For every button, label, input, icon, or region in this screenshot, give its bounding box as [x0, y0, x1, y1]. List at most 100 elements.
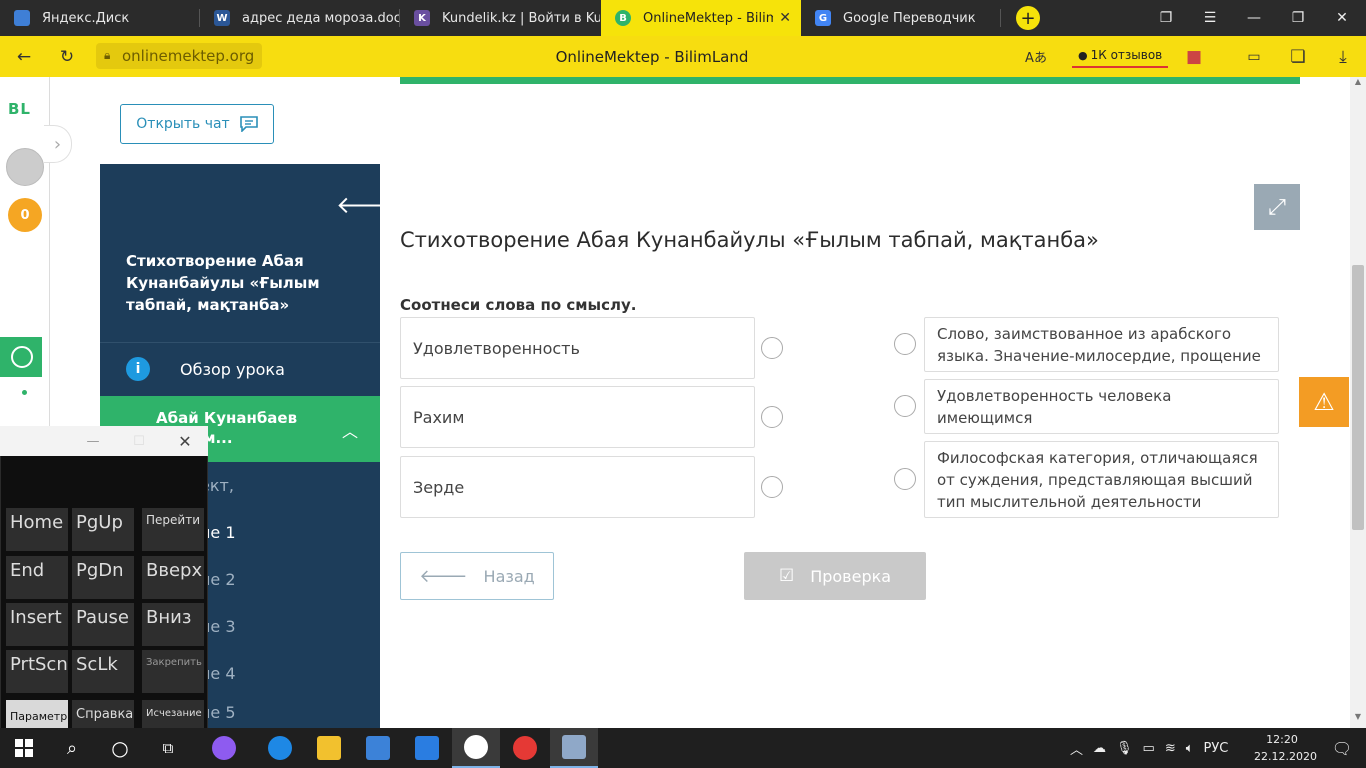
match-definition[interactable]: Философская категория, отличающаяся от с… [924, 441, 1279, 518]
match-definition[interactable]: Удовлетворенность человека имеющимся [924, 379, 1279, 434]
key-sclk[interactable]: ScLk [72, 650, 134, 693]
key-pgdn[interactable]: PgDn [72, 556, 134, 599]
bilimland-icon: B [615, 10, 631, 26]
task-view-icon[interactable]: ⧉ [144, 728, 192, 768]
chat-bubble-icon [239, 116, 258, 132]
taskbar-clock[interactable]: 12:20 22.12.2020 [1254, 731, 1317, 765]
maximize-icon[interactable]: ☐ [116, 426, 162, 456]
open-chat-button[interactable]: Открыть чат [120, 104, 274, 144]
battery-icon[interactable]: ▭ [1236, 36, 1272, 77]
tab-google-translate[interactable]: G Google Переводчик [801, 0, 1001, 36]
close-icon[interactable]: ✕ [162, 426, 208, 456]
key-down[interactable]: Вниз [142, 603, 204, 646]
collections-icon[interactable]: ❏ [1280, 36, 1316, 77]
match-word-radio[interactable] [761, 337, 783, 359]
scrollbar-thumb[interactable] [1352, 265, 1364, 530]
taskbar-edge[interactable] [256, 728, 304, 768]
key-goto[interactable]: Перейти [142, 508, 204, 551]
taskbar-explorer[interactable] [305, 728, 353, 768]
microphone-icon[interactable]: 🎙︎ [1116, 741, 1133, 756]
arrow-left-icon[interactable]: 🡐 [336, 190, 400, 219]
key-pin[interactable]: Закрепить [142, 650, 204, 693]
scroll-up-icon[interactable]: ▲ [1350, 77, 1366, 91]
match-word[interactable]: Удовлетворенность [400, 317, 755, 379]
search-icon[interactable]: ⌕ [48, 728, 96, 768]
google-translate-icon: G [815, 10, 831, 26]
translate-icon[interactable]: Aあ [1018, 36, 1054, 77]
taskbar-keyboard[interactable] [550, 728, 598, 768]
system-tray: ︿ ☁ 🎙︎ ▭ ≋ 🔈︎ РУС [1070, 728, 1228, 768]
yandex-disk-icon [14, 10, 30, 26]
clock-date: 22.12.2020 [1254, 750, 1317, 763]
arrow-left-icon[interactable]: ← [6, 36, 42, 77]
match-definition[interactable]: Слово, заимствованное из арабского языка… [924, 317, 1279, 372]
new-tab-button[interactable]: + [1016, 6, 1040, 30]
report-problem-button[interactable]: ⚠ [1299, 377, 1349, 427]
minimize-icon[interactable]: — [1232, 0, 1276, 36]
key-pgup[interactable]: PgUp [72, 508, 134, 551]
tab-docx[interactable]: W адрес деда мороза.docx [200, 0, 400, 36]
bilimland-logo[interactable]: BL [8, 100, 31, 118]
match-definition-radio[interactable] [894, 333, 916, 355]
page-title-display: OnlineMektep - BilimLand [555, 47, 749, 66]
tab-close-icon[interactable]: ✕ [779, 10, 791, 26]
store-icon [366, 736, 390, 760]
warning-triangle-icon: ⚠ [1313, 388, 1335, 416]
key-insert[interactable]: Insert [6, 603, 68, 646]
match-word[interactable]: Рахим [400, 386, 755, 448]
network-warning-icon[interactable]: ☁ [1093, 741, 1106, 756]
battery-icon[interactable]: ▭ [1143, 741, 1155, 756]
badge-logo-icon [11, 346, 33, 368]
minimize-icon[interactable]: — [70, 426, 116, 456]
browser-menu-icon[interactable]: ☰ [1188, 0, 1232, 36]
key-up[interactable]: Вверх [142, 556, 204, 599]
reviews-button[interactable]: ● 1К отзывов [1072, 44, 1169, 68]
tab-label: OnlineMektep - BilimLand [643, 10, 773, 26]
scroll-down-icon[interactable]: ▼ [1350, 712, 1366, 726]
url-field[interactable]: 🔒︎ onlinemektep.org [96, 43, 263, 69]
key-end[interactable]: End [6, 556, 68, 599]
match-word-radio[interactable] [761, 476, 783, 498]
download-icon[interactable]: ⤓ [1325, 36, 1361, 77]
check-button[interactable]: ☑ Проверка [744, 552, 926, 600]
chevron-up-icon[interactable]: ︿ [1070, 739, 1083, 758]
notification-center-icon[interactable]: 🗨︎ [1322, 728, 1362, 768]
wifi-icon[interactable]: ≋ [1165, 741, 1176, 756]
restore-icon[interactable]: ❐ [1276, 0, 1320, 36]
tab-onlinemektep[interactable]: B OnlineMektep - BilimLand ✕ [601, 0, 801, 36]
match-definition-radio[interactable] [894, 468, 916, 490]
reload-icon[interactable]: ↻ [49, 36, 85, 77]
taskbar-alice[interactable] [200, 728, 248, 768]
chevron-up-icon: ︿ [341, 422, 358, 441]
bookmark-icon[interactable]: ■ [1176, 36, 1212, 77]
tab-kundelik[interactable]: K Kundelik.kz | Войти в Kund [400, 0, 600, 36]
start-button[interactable] [0, 728, 48, 768]
taskbar-mail[interactable] [403, 728, 451, 768]
match-word[interactable]: Зерде [400, 456, 755, 518]
language-indicator[interactable]: РУС [1204, 741, 1229, 756]
key-pause[interactable]: Pause [72, 603, 134, 646]
avatar[interactable] [6, 148, 44, 186]
key-prtscn[interactable]: PrtScn [6, 650, 68, 693]
taskbar-yandex[interactable] [501, 728, 549, 768]
volume-icon[interactable]: 🔈︎ [1186, 741, 1194, 756]
taskbar-store[interactable] [354, 728, 402, 768]
online-mektep-badge[interactable] [0, 337, 42, 377]
back-button[interactable]: 🡐 Назад [400, 552, 554, 600]
tab-label: адрес деда мороза.docx [242, 10, 400, 26]
fullscreen-button[interactable]: ⤢ [1254, 184, 1300, 230]
cortana-icon[interactable]: ○ [96, 728, 144, 768]
match-definition-radio[interactable] [894, 395, 916, 417]
open-chat-label: Открыть чат [136, 116, 230, 132]
tab-yandex-disk[interactable]: Яндекс.Диск [0, 0, 200, 36]
close-window-icon[interactable]: ✕ [1320, 0, 1364, 36]
check-button-label: Проверка [810, 566, 892, 586]
sidebar-item-overview[interactable]: i Обзор урока [100, 343, 380, 395]
taskbar-yandex-browser[interactable] [452, 728, 500, 768]
tab-manager-icon[interactable]: ❐ [1144, 0, 1188, 36]
coin-counter[interactable]: 0 [8, 198, 42, 232]
yandex-icon [513, 736, 537, 760]
key-home[interactable]: Home [6, 508, 68, 551]
match-word-radio[interactable] [761, 406, 783, 428]
checkbox-check-icon: ☑ [778, 566, 795, 586]
